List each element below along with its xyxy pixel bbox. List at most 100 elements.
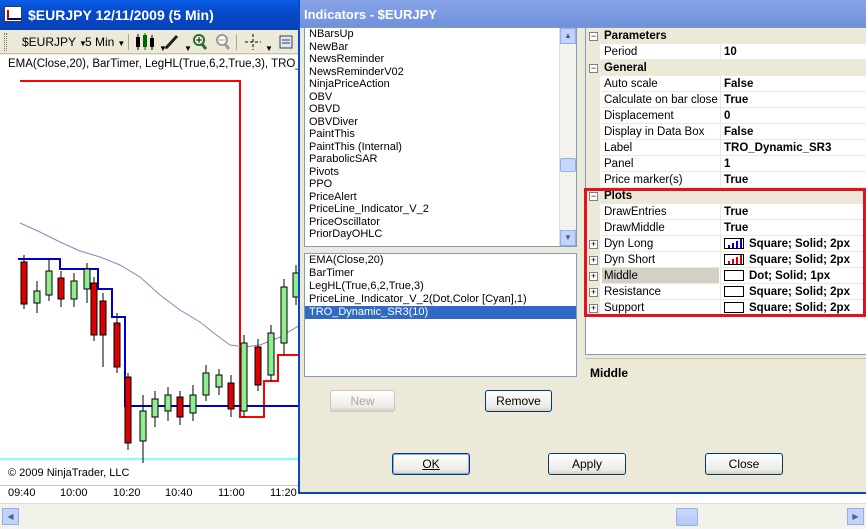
property-row[interactable]: Calculate on bar close True <box>586 92 866 108</box>
property-row[interactable]: + Support Square; Solid; 2px <box>586 300 866 316</box>
property-value[interactable]: 0 <box>720 108 866 124</box>
row-gutter: + <box>586 236 600 252</box>
property-value[interactable]: False <box>720 76 866 92</box>
scroll-up-icon[interactable]: ▲ <box>560 28 576 44</box>
collapse-icon[interactable]: − <box>589 192 598 201</box>
property-row[interactable]: Auto scale False <box>586 76 866 92</box>
available-indicator-item[interactable]: PPO <box>305 178 576 191</box>
property-value[interactable]: True <box>720 220 866 236</box>
zoom-out-button[interactable] <box>215 33 231 51</box>
property-value[interactable]: Square; Solid; 2px <box>720 252 866 268</box>
apply-button[interactable]: Apply <box>548 453 626 475</box>
category-general[interactable]: − General <box>586 60 866 76</box>
new-button[interactable]: New <box>330 390 395 412</box>
applied-indicator-item[interactable]: TRO_Dynamic_SR3(10) <box>305 306 576 319</box>
property-row[interactable]: Panel 1 <box>586 156 866 172</box>
applied-indicator-item[interactable]: PriceLine_Indicator_V_2(Dot,Color [Cyan]… <box>305 293 576 306</box>
interval-label: 5 Min <box>85 35 115 49</box>
expand-icon[interactable]: + <box>589 304 598 313</box>
property-value[interactable]: TRO_Dynamic_SR3 <box>720 140 866 156</box>
drawing-tool-button[interactable]: ▼ <box>163 33 192 53</box>
property-row-period[interactable]: Period 10 <box>586 44 866 60</box>
property-value[interactable]: Dot; Solid; 1px <box>720 268 866 284</box>
available-indicator-item[interactable]: PaintThis (Internal) <box>305 141 576 154</box>
row-gutter <box>586 92 600 108</box>
property-row[interactable]: Price marker(s) True <box>586 172 866 188</box>
available-list-scrollbar[interactable]: ▲ ▼ <box>559 28 576 246</box>
property-value[interactable]: True <box>720 92 866 108</box>
available-indicator-item[interactable]: NewsReminder <box>305 53 576 66</box>
interval-selector[interactable]: 5 Min ▼ <box>85 33 125 51</box>
ok-button[interactable]: OK <box>392 453 470 475</box>
bar-type-button[interactable]: ▼ <box>134 33 167 53</box>
expand-icon[interactable]: + <box>589 240 598 249</box>
available-indicator-item[interactable]: NinjaPriceAction <box>305 78 576 91</box>
toolbar-grip-icon[interactable] <box>4 33 7 51</box>
property-row[interactable]: DrawEntries True <box>586 204 866 220</box>
scrollbar-thumb[interactable] <box>676 508 698 526</box>
expand-icon[interactable]: + <box>589 272 598 281</box>
available-indicator-item[interactable]: OBVD <box>305 103 576 116</box>
property-row[interactable]: DrawMiddle True <box>586 220 866 236</box>
property-value[interactable]: True <box>720 172 866 188</box>
crosshair-button[interactable]: ▼ <box>244 33 273 53</box>
scroll-down-icon[interactable]: ▼ <box>560 230 576 246</box>
scroll-right-icon[interactable]: ▶ <box>847 508 864 525</box>
property-row[interactable]: + Middle Dot; Solid; 1px <box>586 268 866 284</box>
copyright-text: © 2009 NinjaTrader, LLC <box>8 467 130 479</box>
price-chart-panel[interactable]: EMA(Close,20), BarTimer, LegHL(True,6,2,… <box>0 55 316 485</box>
properties-button[interactable] <box>278 33 294 51</box>
property-value[interactable]: Square; Solid; 2px <box>720 300 866 316</box>
category-parameters[interactable]: − Parameters <box>586 28 866 44</box>
scroll-left-icon[interactable]: ◀ <box>2 508 19 525</box>
available-indicator-item[interactable]: NewBar <box>305 41 576 54</box>
available-indicator-item[interactable]: OBV <box>305 91 576 104</box>
property-row[interactable]: + Dyn Short Square; Solid; 2px <box>586 252 866 268</box>
property-row[interactable]: Label TRO_Dynamic_SR3 <box>586 140 866 156</box>
category-plots[interactable]: − Plots <box>586 188 866 204</box>
zoom-in-button[interactable] <box>192 33 208 51</box>
available-indicator-item[interactable]: NewsReminderV02 <box>305 66 576 79</box>
property-row[interactable]: Displacement 0 <box>586 108 866 124</box>
applied-indicator-item[interactable]: EMA(Close,20) <box>305 254 576 267</box>
applied-indicator-item[interactable]: LegHL(True,6,2,True,3) <box>305 280 576 293</box>
available-indicator-item[interactable]: PriceAlert <box>305 191 576 204</box>
property-value[interactable]: 10 <box>720 44 866 60</box>
time-tick-label: 11:00 <box>218 487 245 499</box>
chart-horizontal-scrollbar[interactable]: ◀ ▶ <box>0 503 866 529</box>
property-grid[interactable]: − Parameters Period 10 − General Auto sc… <box>585 27 866 355</box>
available-indicator-item[interactable]: ParabolicSAR <box>305 153 576 166</box>
available-indicator-item[interactable]: PaintThis <box>305 128 576 141</box>
property-value[interactable]: Square; Solid; 2px <box>720 236 866 252</box>
property-value[interactable]: False <box>720 124 866 140</box>
collapse-icon[interactable]: − <box>589 64 598 73</box>
available-indicator-item[interactable]: OBVDiver <box>305 116 576 129</box>
property-row[interactable]: + Resistance Square; Solid; 2px <box>586 284 866 300</box>
available-indicator-item[interactable]: NBarsUp <box>305 28 576 41</box>
dialog-title-bar[interactable]: Indicators - $EURJPY <box>300 0 866 28</box>
instrument-selector[interactable]: $EURJPY ▼ <box>22 33 87 51</box>
property-row[interactable]: + Dyn Long Square; Solid; 2px <box>586 236 866 252</box>
collapse-icon[interactable]: − <box>589 32 598 41</box>
available-indicators-list[interactable]: NBarsUp NewBar NewsReminder NewsReminderV02… <box>304 27 577 247</box>
expand-icon[interactable]: + <box>589 256 598 265</box>
property-value[interactable]: True <box>720 204 866 220</box>
toolbar-divider <box>236 34 237 50</box>
row-gutter: + <box>586 252 600 268</box>
close-button[interactable]: Close <box>705 453 783 475</box>
available-indicator-item[interactable]: PriceLine_Indicator_V_2 <box>305 203 576 216</box>
property-name: Dyn Long <box>602 236 719 252</box>
category-label: Plots <box>604 190 633 202</box>
applied-indicators-list[interactable]: EMA(Close,20) BarTimer LegHL(True,6,2,True… <box>304 253 577 377</box>
available-indicator-item[interactable]: Pivots <box>305 166 576 179</box>
scrollbar-thumb[interactable] <box>560 158 576 172</box>
property-value[interactable]: Square; Solid; 2px <box>720 284 866 300</box>
applied-indicator-item[interactable]: BarTimer <box>305 267 576 280</box>
property-value[interactable]: 1 <box>720 156 866 172</box>
expand-icon[interactable]: + <box>589 288 598 297</box>
available-indicator-item[interactable]: PriorDayOHLC <box>305 228 576 241</box>
chevron-down-icon: ▼ <box>184 44 192 53</box>
property-row[interactable]: Display in Data Box False <box>586 124 866 140</box>
available-indicator-item[interactable]: PriceOscillator <box>305 216 576 229</box>
remove-button[interactable]: Remove <box>485 390 552 412</box>
